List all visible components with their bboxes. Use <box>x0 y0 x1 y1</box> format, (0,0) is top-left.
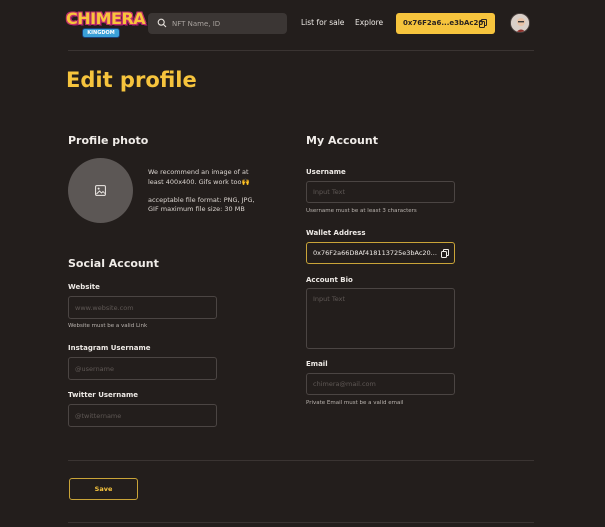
email-helper: Private Email must be a valid email <box>306 400 404 406</box>
website-input[interactable] <box>68 296 217 319</box>
copy-icon[interactable] <box>441 249 449 258</box>
chimera-kingdom-logo[interactable]: CHIMERA KINGDOM <box>66 8 146 40</box>
profile-photo-title: Profile photo <box>68 134 149 147</box>
photo-format-2: GIF maximum file size: 30 MB <box>148 205 245 213</box>
wallet-address-short: 0x76F2a6...e3bAc20 <box>403 19 484 27</box>
footer-divider <box>68 522 534 523</box>
instagram-input[interactable] <box>68 357 217 380</box>
avatar-image <box>511 14 529 32</box>
website-helper: Website must be a valid Link <box>68 323 148 329</box>
search-icon <box>157 18 167 28</box>
user-avatar[interactable] <box>510 13 530 33</box>
username-label: Username <box>306 168 346 176</box>
wallet-address-value: 0x76F2a66D8Af418113725e3bAc20... <box>313 249 437 257</box>
website-label: Website <box>68 283 100 291</box>
profile-photo-upload[interactable] <box>68 158 133 223</box>
twitter-label: Twitter Username <box>68 391 138 399</box>
twitter-input[interactable] <box>68 404 217 427</box>
search-input[interactable] <box>172 13 282 34</box>
email-label: Email <box>306 360 328 368</box>
image-icon <box>95 185 106 196</box>
photo-recommendation-1: We recommend an image of at <box>148 168 249 176</box>
logo-text: CHIMERA <box>66 9 146 28</box>
photo-recommendation-2: least 400x400. Gifs work too🙌 <box>148 178 250 186</box>
search-box[interactable] <box>148 13 287 34</box>
username-helper: Username must be at least 3 characters <box>306 208 417 214</box>
page-title: Edit profile <box>66 68 197 92</box>
header-divider <box>68 50 534 51</box>
copy-icon <box>479 19 487 28</box>
top-navbar: CHIMERA KINGDOM List for sale Explore 0x… <box>0 0 605 48</box>
social-account-title: Social Account <box>68 257 159 270</box>
wallet-button[interactable]: 0x76F2a6...e3bAc20 <box>396 13 495 34</box>
username-input[interactable] <box>306 181 455 203</box>
my-account-title: My Account <box>306 134 378 147</box>
nav-explore[interactable]: Explore <box>355 18 383 27</box>
account-bio-input[interactable] <box>306 288 455 349</box>
email-input[interactable] <box>306 373 455 395</box>
account-bio-label: Account Bio <box>306 276 353 284</box>
form-divider <box>68 460 534 461</box>
wallet-address-field[interactable]: 0x76F2a66D8Af418113725e3bAc20... <box>306 242 455 264</box>
save-button[interactable]: Save <box>69 478 138 500</box>
logo-subtext: KINGDOM <box>82 28 120 38</box>
wallet-address-label: Wallet Address <box>306 229 366 237</box>
nav-list-for-sale[interactable]: List for sale <box>301 18 344 27</box>
photo-format-1: acceptable file format: PNG, JPG, <box>148 196 255 204</box>
instagram-label: Instagram Username <box>68 344 151 352</box>
